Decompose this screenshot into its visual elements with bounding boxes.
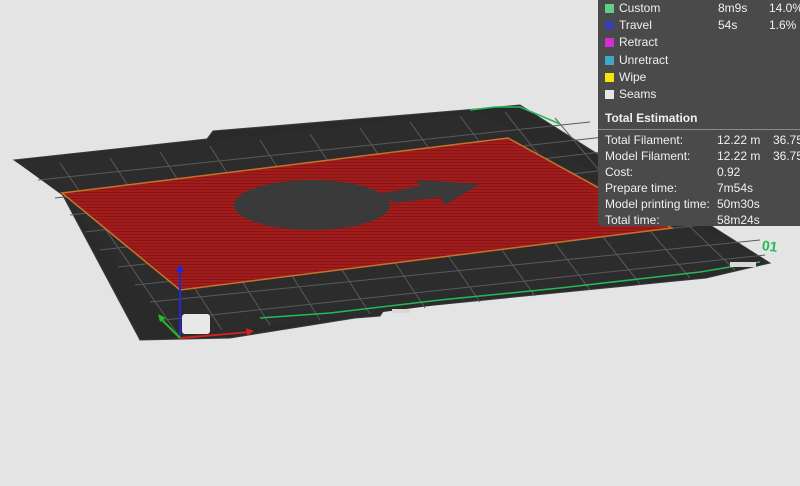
legend-item-custom[interactable]: Custom 8m9s 14.0% xyxy=(598,0,800,17)
estimation-value: 50m30s xyxy=(717,197,760,212)
wipe-swatch-icon xyxy=(605,72,614,82)
legend-item-seams[interactable]: Seams xyxy=(598,86,800,103)
legend-item-wipe[interactable]: Wipe xyxy=(598,69,800,86)
plate-indicator-2 xyxy=(392,309,410,313)
estimation-row: Model Filament: 12.22 m 36.75 xyxy=(598,148,800,164)
retract-swatch-icon xyxy=(605,38,614,48)
legend-list: Custom 8m9s 14.0% Travel 54s 1.6% Retract Unret… xyxy=(598,0,800,103)
estimation-label: Model Filament: xyxy=(605,149,691,164)
estimation-value-secondary: 36.75 xyxy=(773,149,800,164)
estimation-row: Prepare time: 7m54s xyxy=(598,180,800,196)
estimation-row: Total Filament: 12.22 m 36.75 xyxy=(598,132,800,148)
legend-item-unretract[interactable]: Unretract xyxy=(598,52,800,69)
legend-item-retract[interactable]: Retract xyxy=(598,34,800,51)
estimation-divider xyxy=(598,129,800,131)
estimation-value: 7m54s xyxy=(717,181,754,196)
estimation-value: 0.92 xyxy=(717,165,741,180)
legend-time: 54s xyxy=(718,18,738,33)
estimation-value-secondary: 36.75 xyxy=(773,133,800,148)
legend-panel: Custom 8m9s 14.0% Travel 54s 1.6% Retract Unret… xyxy=(598,0,800,226)
legend-label: Retract xyxy=(619,35,658,50)
legend-label: Unretract xyxy=(619,52,669,67)
plate-indicator xyxy=(730,262,756,267)
estimation-row: Cost: 0.92 xyxy=(598,164,800,180)
estimation-value: 58m24s xyxy=(717,213,760,226)
plate-number-label[interactable]: 01 xyxy=(761,237,779,255)
estimation-label: Prepare time: xyxy=(605,181,678,196)
legend-label: Wipe xyxy=(619,69,647,84)
cutout-circle xyxy=(234,180,390,230)
legend-label: Custom xyxy=(619,1,661,15)
legend-percent: 1.6% xyxy=(769,18,797,33)
estimation-row: Total time: 58m24s xyxy=(598,212,800,226)
legend-label: Seams xyxy=(619,86,657,101)
estimation-label: Model printing time: xyxy=(605,197,710,212)
plate-corner-tab xyxy=(182,314,210,334)
estimation-list: Total Filament: 12.22 m 36.75 Model Filamen… xyxy=(598,132,800,226)
estimation-label: Total time: xyxy=(605,213,660,226)
estimation-label: Total Filament: xyxy=(605,133,684,148)
legend-item-travel[interactable]: Travel 54s 1.6% xyxy=(598,17,800,34)
seams-swatch-icon xyxy=(605,89,614,99)
legend-time: 8m9s xyxy=(718,1,748,15)
estimation-row: Model printing time: 50m30s xyxy=(598,196,800,212)
estimation-title: Total Estimation xyxy=(605,111,698,126)
unretract-swatch-icon xyxy=(605,55,614,65)
legend-percent: 14.0% xyxy=(769,1,800,15)
travel-swatch-icon xyxy=(605,21,614,31)
custom-swatch-icon xyxy=(605,4,614,13)
estimation-value: 12.22 m xyxy=(717,149,761,164)
legend-label: Travel xyxy=(619,18,652,33)
estimation-value: 12.22 m xyxy=(717,133,761,148)
estimation-label: Cost: xyxy=(605,165,634,180)
